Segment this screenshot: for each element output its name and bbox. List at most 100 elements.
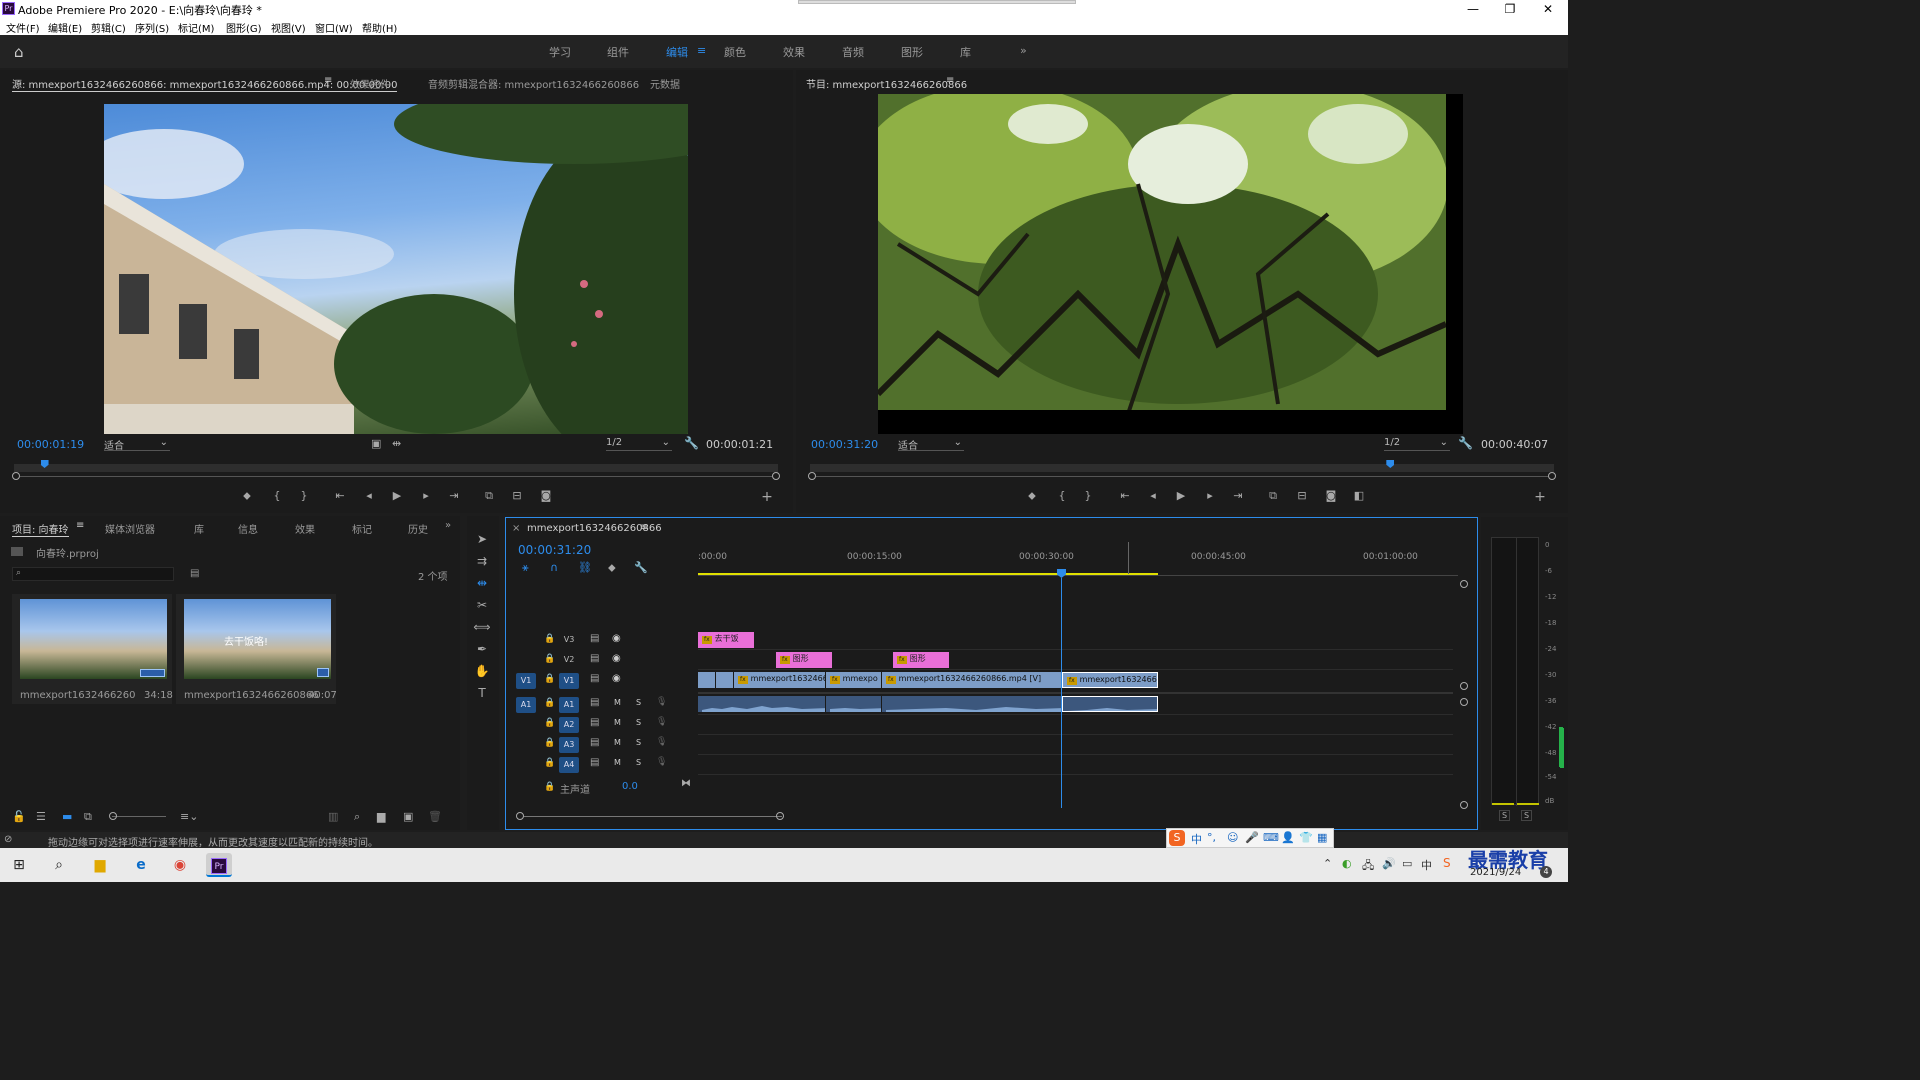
panel-menu-icon[interactable]: ≡ — [324, 75, 332, 86]
go-to-out-icon[interactable]: ⇥ — [446, 489, 462, 502]
tab-audio-mixer[interactable]: 音频剪辑混合器: mmexport1632466260866 — [428, 76, 639, 91]
step-back-icon[interactable]: ◂ — [361, 489, 377, 502]
windows-start-icon[interactable]: ⊞ — [6, 853, 32, 877]
eye-icon[interactable]: ◉ — [612, 633, 621, 644]
source-scroll-handle-left[interactable] — [12, 472, 20, 480]
video-clip-v1[interactable] — [716, 672, 734, 688]
freeform-view-icon[interactable]: ⧉ — [84, 810, 92, 824]
menu-marker[interactable]: 标记(M) — [178, 20, 214, 35]
clock-date[interactable]: 2021/9/24 — [1470, 867, 1521, 878]
horizontal-scroll-handle-left[interactable] — [516, 812, 524, 820]
button-editor-plus-icon[interactable]: + — [1532, 489, 1548, 505]
export-frame-icon[interactable]: ◙ — [538, 489, 554, 502]
edge-icon[interactable]: e — [128, 853, 154, 877]
horizontal-zoom-scrollbar[interactable] — [524, 816, 782, 817]
step-forward-icon[interactable]: ▸ — [418, 489, 434, 502]
program-zoom-scrollbar[interactable] — [816, 476, 1548, 477]
source-patch-v1[interactable]: V1 — [516, 673, 536, 689]
horizontal-scroll-handle-right[interactable] — [776, 812, 784, 820]
close-tab-icon[interactable]: × — [512, 523, 520, 534]
solo-button[interactable]: S — [636, 758, 641, 767]
find-icon[interactable]: ⌕ — [354, 810, 360, 824]
video-clip-v1[interactable]: fx mmexport1632466 — [734, 672, 826, 688]
toggle-sync-icon[interactable]: ▤ — [590, 673, 599, 684]
tab-program[interactable]: 节目: mmexport1632466260866 — [806, 76, 967, 91]
tab-media-browser[interactable]: 媒体浏览器 — [105, 521, 155, 536]
emoji-icon[interactable]: ☺ — [1227, 831, 1238, 844]
new-item-icon[interactable]: ▣ — [403, 810, 413, 823]
source-patch-a1[interactable]: A1 — [516, 697, 536, 713]
program-time-ruler[interactable] — [810, 464, 1554, 472]
tab-effect-controls[interactable]: 效果控件 — [350, 76, 390, 91]
add-marker-icon[interactable]: ⬥ — [608, 561, 616, 575]
snap-icon[interactable]: ∩ — [550, 561, 558, 574]
menu-graphics[interactable]: 图形(G) — [226, 20, 262, 35]
workspace-menu-icon[interactable]: ≡ — [697, 44, 706, 57]
lock-icon[interactable]: 🔒 — [544, 738, 555, 748]
track-label-a1[interactable]: A1 — [559, 697, 579, 713]
close-button[interactable]: ✕ — [1530, 0, 1566, 18]
toggle-sync-icon[interactable]: ▤ — [590, 633, 599, 644]
source-resolution-dropdown[interactable]: 1/2 ⌄ — [606, 437, 672, 451]
program-current-timecode[interactable]: 00:00:31:20 — [811, 438, 878, 451]
ime-punct[interactable]: °, — [1207, 831, 1216, 844]
sogou-tray-icon[interactable]: S — [1443, 856, 1451, 870]
mic-icon[interactable]: 🎙 — [656, 737, 667, 747]
menu-view[interactable]: 视图(V) — [271, 20, 306, 35]
mic-icon[interactable]: 🎙 — [656, 757, 667, 767]
track-label-v1[interactable]: V1 — [559, 673, 579, 689]
mic-icon[interactable]: 🎤 — [1245, 831, 1259, 844]
master-volume[interactable]: 0.0 — [622, 781, 638, 792]
mark-in-icon[interactable]: { — [1054, 489, 1070, 502]
tab-libraries[interactable]: 库 — [194, 521, 204, 536]
mark-in-icon[interactable]: { — [269, 489, 285, 502]
menu-sequence[interactable]: 序列(S) — [135, 20, 169, 35]
toolbox-icon[interactable]: ▦ — [1317, 831, 1327, 844]
panel-menu-icon[interactable]: ≡ — [946, 75, 954, 86]
tab-metadata[interactable]: 元数据 — [650, 76, 680, 91]
workspace-effects[interactable]: 效果 — [783, 44, 805, 60]
lift-icon[interactable]: ⧉ — [1265, 489, 1281, 503]
project-search-input[interactable]: ⌕ — [12, 567, 174, 581]
mark-out-icon[interactable]: } — [1080, 489, 1096, 502]
eye-icon[interactable]: ◉ — [612, 673, 621, 684]
program-zoom-dropdown[interactable]: 适合 ⌄ — [898, 437, 964, 452]
workspace-graphics[interactable]: 图形 — [901, 44, 923, 60]
sort-icon[interactable]: ≡⌄ — [180, 810, 198, 823]
audio-clip-a1[interactable] — [826, 696, 882, 712]
notification-badge[interactable]: 4 — [1540, 866, 1552, 878]
toggle-sync-icon[interactable]: ▤ — [590, 737, 599, 748]
workspace-audio[interactable]: 音频 — [842, 44, 864, 60]
timeline-settings-icon[interactable]: 🔧 — [634, 561, 648, 574]
workspace-overflow-icon[interactable]: » — [1020, 44, 1027, 57]
work-area-bar[interactable] — [698, 573, 1158, 575]
linked-selection-icon[interactable]: ⛓ — [578, 561, 592, 574]
play-icon[interactable]: ▶ — [389, 489, 405, 502]
tab-project[interactable]: 项目: 向春玲 — [12, 521, 69, 537]
menu-edit[interactable]: 编辑(E) — [48, 20, 82, 35]
solo-button[interactable]: S — [636, 698, 641, 707]
video-clip-v1[interactable] — [698, 672, 716, 688]
vertical-scroll-handle[interactable] — [1460, 801, 1468, 809]
solo-button[interactable]: S — [636, 738, 641, 747]
mute-button[interactable]: M — [614, 718, 621, 727]
tray-app-icon[interactable]: ◐ — [1342, 857, 1352, 870]
workspace-color[interactable]: 颜色 — [724, 44, 746, 60]
wrench-icon[interactable]: 🔧 — [1458, 436, 1473, 450]
mic-icon[interactable]: 🎙 — [656, 697, 667, 707]
program-video-frame[interactable] — [878, 94, 1463, 434]
track-label-v2[interactable]: V2 — [559, 652, 579, 668]
program-resolution-dropdown[interactable]: 1/2 ⌄ — [1384, 437, 1450, 451]
go-to-end-icon[interactable]: ⧓ — [681, 778, 691, 789]
workspace-editing[interactable]: 编辑 — [666, 44, 688, 60]
export-frame-icon[interactable]: ◙ — [1323, 489, 1339, 502]
project-item[interactable]: mmexport1632466260866... 34:18 — [12, 594, 173, 704]
audio-clip-a1[interactable] — [882, 696, 1061, 712]
source-zoom-dropdown[interactable]: 适合 ⌄ — [104, 437, 170, 452]
mute-button[interactable]: M — [614, 738, 621, 747]
toggle-sync-icon[interactable]: ▤ — [590, 697, 599, 708]
insert-icon[interactable]: ⧉ — [481, 489, 497, 503]
panel-overflow-icon[interactable]: » — [445, 520, 451, 531]
display-icon[interactable]: ▭ — [1402, 857, 1412, 870]
tab-source[interactable]: 源: mmexport1632466260866: mmexport163246… — [12, 76, 398, 92]
